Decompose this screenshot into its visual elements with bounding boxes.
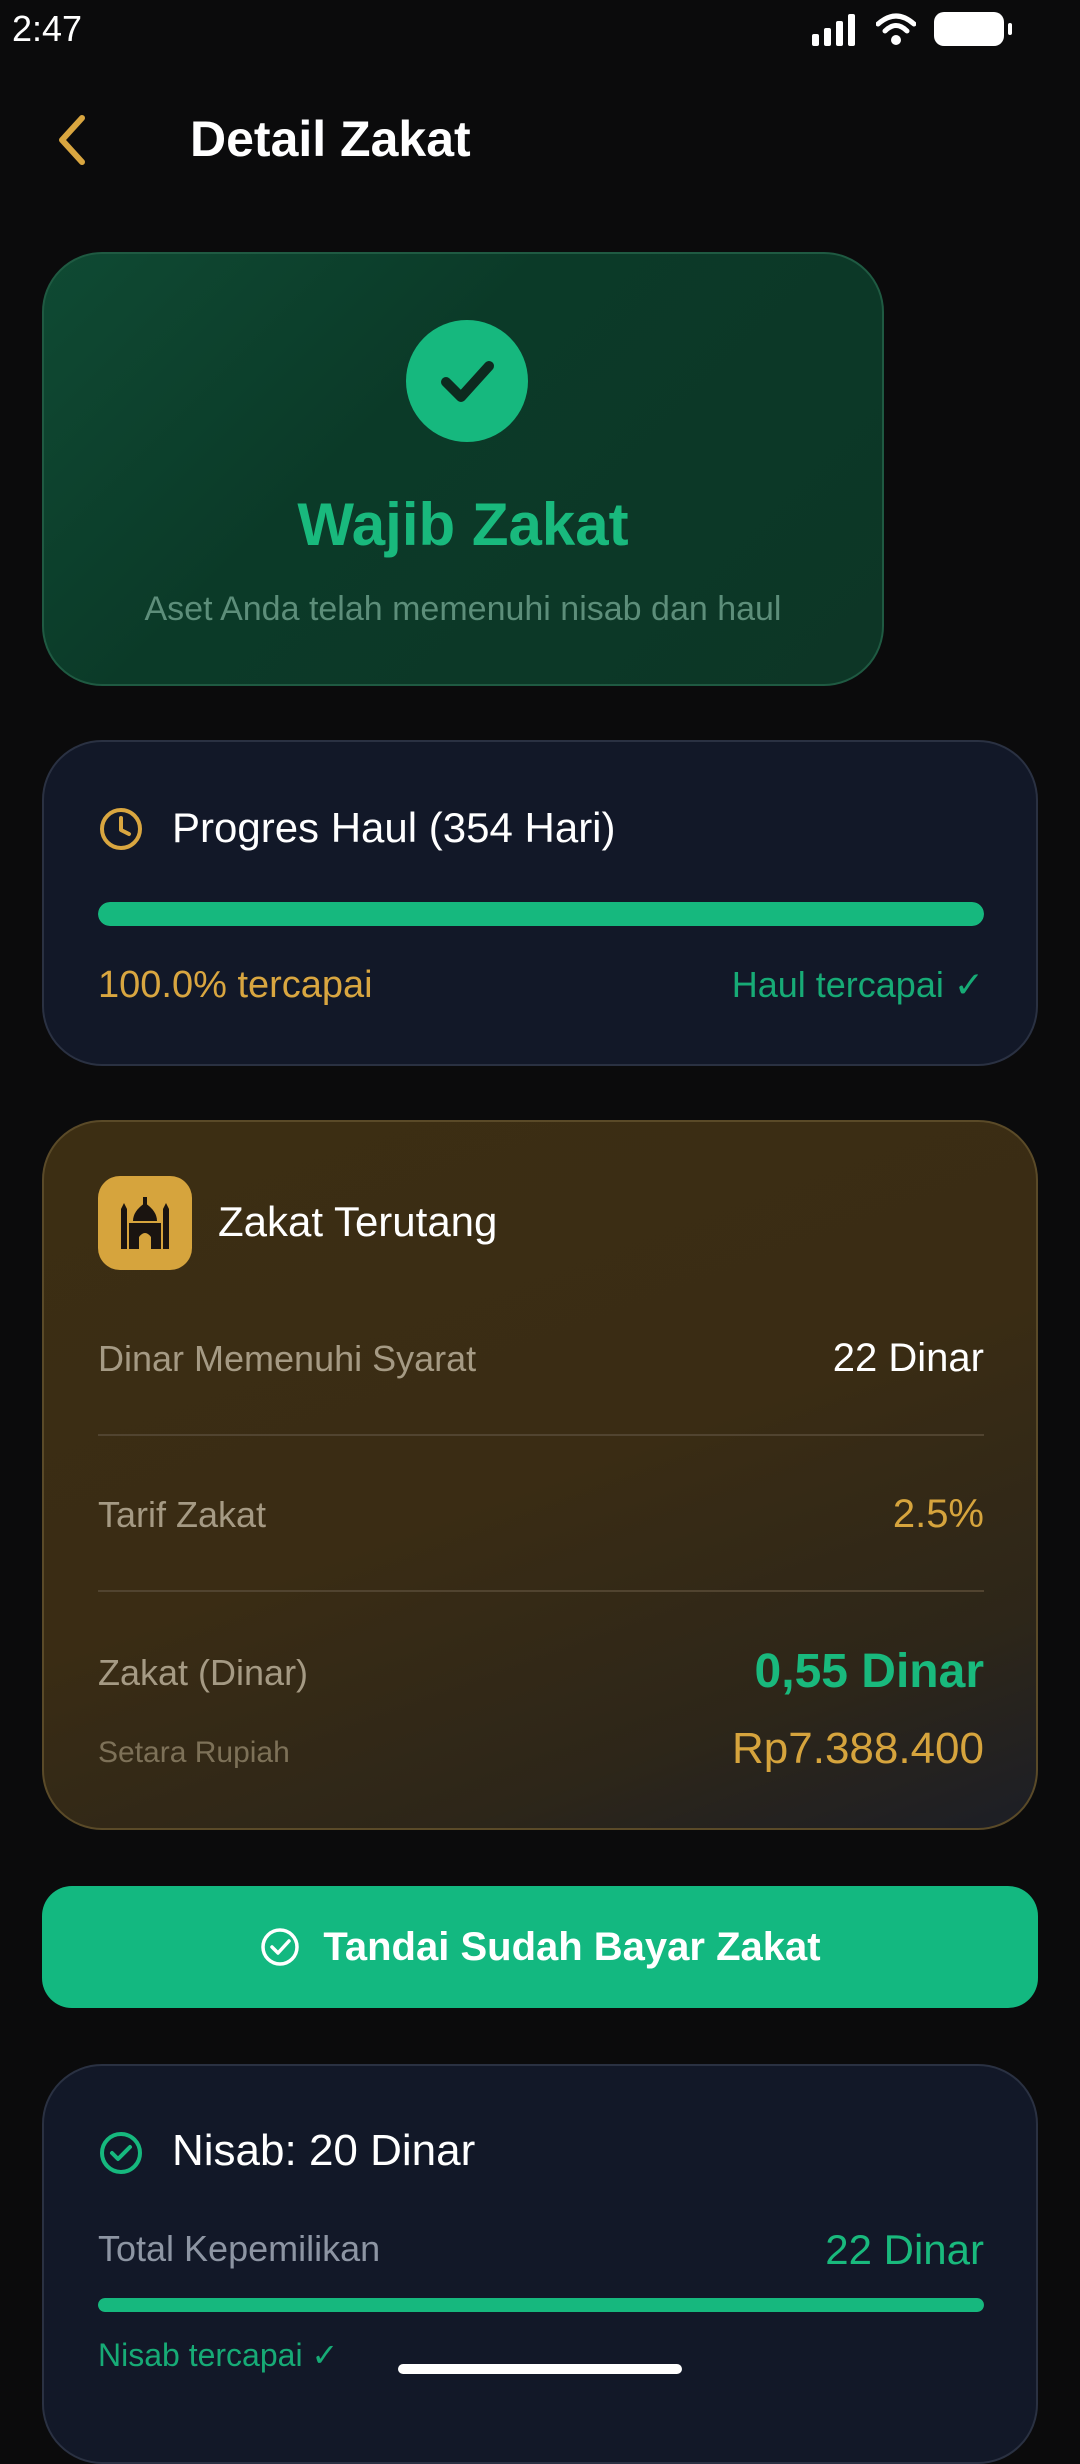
mosque-icon bbox=[98, 1176, 192, 1270]
nisab-progress-bar bbox=[98, 2298, 984, 2312]
nisab-card: Nisab: 20 Dinar Total Kepemilikan 22 Din… bbox=[42, 2064, 1038, 2464]
nisab-status: Nisab tercapai ✓ bbox=[98, 2337, 339, 2373]
status-subtitle: Aset Anda telah memenuhi nisab dan haul bbox=[144, 590, 782, 628]
page-title: Detail Zakat bbox=[190, 111, 471, 167]
haul-progress-bar bbox=[98, 902, 984, 926]
status-title: Wajib Zakat bbox=[297, 491, 629, 558]
header: Detail Zakat bbox=[0, 100, 1080, 180]
zakat-owed-card: Zakat Terutang Dinar Memenuhi Syarat 22 … bbox=[42, 1120, 1038, 1830]
rupiah-label: Setara Rupiah bbox=[98, 1736, 290, 1769]
chevron-left-icon bbox=[59, 115, 85, 165]
clock-icon bbox=[100, 808, 142, 850]
total-ownership-value: 22 Dinar bbox=[825, 2226, 984, 2273]
mark-paid-button[interactable]: Tandai Sudah Bayar Zakat bbox=[42, 1886, 1038, 2008]
zakat-rate-label: Tarif Zakat bbox=[98, 1494, 267, 1535]
haul-title: Progres Haul (354 Hari) bbox=[172, 804, 616, 851]
status-time: 2:47 bbox=[12, 8, 83, 49]
eligible-dinar-value: 22 Dinar bbox=[832, 1336, 984, 1380]
eligible-dinar-label: Dinar Memenuhi Syarat bbox=[98, 1338, 477, 1379]
nisab-progress-fill bbox=[98, 2298, 984, 2312]
nisab-title: Nisab: 20 Dinar bbox=[172, 2126, 476, 2175]
check-circle-icon bbox=[100, 2132, 142, 2174]
zakat-dinar-label: Zakat (Dinar) bbox=[98, 1652, 309, 1693]
rupiah-value: Rp7.388.400 bbox=[732, 1724, 984, 1773]
zakat-dinar-value: 0,55 Dinar bbox=[754, 1645, 984, 1698]
divider bbox=[98, 1434, 984, 1436]
zakat-title: Zakat Terutang bbox=[218, 1198, 498, 1245]
home-indicator[interactable] bbox=[398, 2364, 682, 2374]
wifi-icon bbox=[876, 13, 916, 45]
haul-progress-card: Progres Haul (354 Hari) 100.0% tercapai … bbox=[42, 740, 1038, 1066]
zakat-rate-value: 2.5% bbox=[892, 1492, 984, 1536]
check-circle-icon bbox=[261, 1928, 300, 1966]
status-icons bbox=[812, 12, 1012, 46]
mark-paid-label: Tandai Sudah Bayar Zakat bbox=[323, 1924, 821, 1969]
battery-icon bbox=[934, 12, 1012, 46]
total-ownership-label: Total Kepemilikan bbox=[98, 2228, 381, 2269]
signal-icon bbox=[812, 14, 855, 46]
check-icon bbox=[406, 320, 528, 442]
status-bar: 2:47 bbox=[0, 0, 1080, 60]
zakat-status-card: Wajib Zakat Aset Anda telah memenuhi nis… bbox=[42, 252, 884, 686]
haul-status: Haul tercapai ✓ bbox=[731, 964, 984, 1005]
haul-percent: 100.0% tercapai bbox=[98, 964, 373, 1006]
divider bbox=[98, 1590, 984, 1592]
haul-progress-fill bbox=[98, 902, 984, 926]
back-button[interactable] bbox=[42, 100, 102, 180]
